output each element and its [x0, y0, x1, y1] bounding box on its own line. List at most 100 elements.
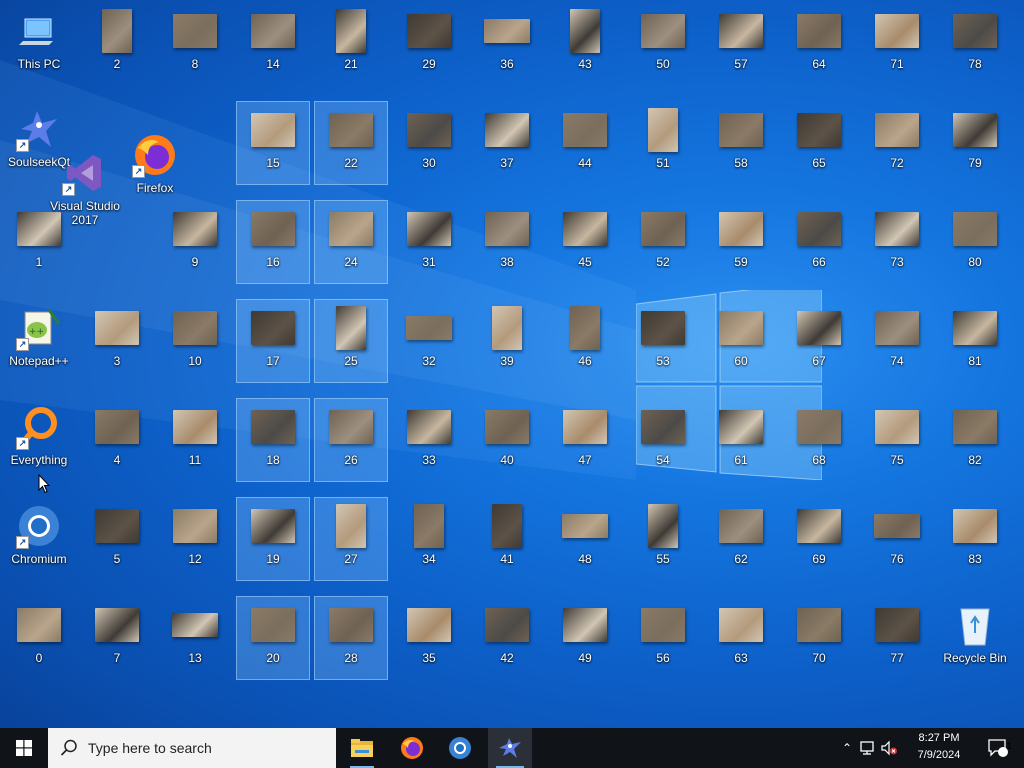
cat-photo-file[interactable]: 69 [782, 497, 856, 581]
cat-photo-file[interactable]: 68 [782, 398, 856, 482]
everything-shortcut[interactable]: ↗ Everything [2, 398, 76, 482]
cat-photo-file[interactable]: 43 [548, 2, 622, 86]
cat-photo-file[interactable]: 36 [470, 2, 544, 86]
cat-photo-file[interactable]: 39 [470, 299, 544, 383]
cat-photo-file[interactable]: 38 [470, 200, 544, 284]
cat-photo-file[interactable]: 11 [158, 398, 232, 482]
cat-photo-file[interactable]: 12 [158, 497, 232, 581]
cat-photo-file[interactable]: 50 [626, 2, 700, 86]
recycle-bin-shortcut[interactable]: Recycle Bin [938, 596, 1012, 680]
cat-photo-file[interactable]: 3 [80, 299, 154, 383]
cat-photo-file[interactable]: 53 [626, 299, 700, 383]
cat-photo-file[interactable]: 64 [782, 2, 856, 86]
cat-photo-file[interactable]: 58 [704, 101, 778, 185]
cat-photo-file[interactable]: 61 [704, 398, 778, 482]
cat-photo-file[interactable]: 44 [548, 101, 622, 185]
taskbar-clock[interactable]: 8:27 PM 7/9/2024 [902, 730, 976, 766]
cat-photo-file[interactable]: 75 [860, 398, 934, 482]
cat-photo-file[interactable]: 28 [314, 596, 388, 680]
cat-photo-file[interactable]: 62 [704, 497, 778, 581]
cat-photo-file[interactable]: 17 [236, 299, 310, 383]
cat-photo-file[interactable]: 81 [938, 299, 1012, 383]
cat-photo-file[interactable]: 24 [314, 200, 388, 284]
cat-photo-file[interactable]: 14 [236, 2, 310, 86]
cat-photo-file[interactable]: 7 [80, 596, 154, 680]
cat-photo-file[interactable]: 21 [314, 2, 388, 86]
firefox-shortcut[interactable]: ↗ Firefox [118, 126, 192, 210]
cat-photo-file[interactable]: 49 [548, 596, 622, 680]
cat-photo-file[interactable]: 71 [860, 2, 934, 86]
action-center-button[interactable]: 1 [978, 728, 1018, 768]
cat-photo-file[interactable]: 10 [158, 299, 232, 383]
cat-photo-file[interactable]: 4 [80, 398, 154, 482]
cat-photo-file[interactable]: 74 [860, 299, 934, 383]
cat-photo-file[interactable]: 31 [392, 200, 466, 284]
cat-photo-file[interactable]: 16 [236, 200, 310, 284]
volume-muted-icon[interactable] [880, 740, 898, 756]
taskbar-chromium[interactable] [440, 728, 480, 768]
cat-photo-file[interactable]: 35 [392, 596, 466, 680]
taskbar-soulseekqt[interactable] [488, 728, 532, 768]
cat-photo-file[interactable]: 60 [704, 299, 778, 383]
chromium-shortcut[interactable]: ↗ Chromium [2, 497, 76, 581]
cat-photo-file[interactable]: 0 [2, 596, 76, 680]
cat-photo-file[interactable]: 48 [548, 497, 622, 581]
cat-photo-file[interactable]: 70 [782, 596, 856, 680]
cat-photo-file[interactable]: 52 [626, 200, 700, 284]
cat-photo-file[interactable]: 15 [236, 101, 310, 185]
cat-photo-file[interactable]: 18 [236, 398, 310, 482]
cat-photo-file[interactable]: 78 [938, 2, 1012, 86]
cat-photo-file[interactable]: 20 [236, 596, 310, 680]
cat-photo-file[interactable]: 5 [80, 497, 154, 581]
cat-photo-file[interactable]: 72 [860, 101, 934, 185]
cat-photo-file[interactable]: 13 [158, 596, 232, 680]
cat-photo-file[interactable]: 65 [782, 101, 856, 185]
taskbar-search-box[interactable]: Type here to search [48, 728, 336, 768]
cat-photo-file[interactable]: 30 [392, 101, 466, 185]
cat-photo-file[interactable]: 67 [782, 299, 856, 383]
cat-photo-file[interactable]: 34 [392, 497, 466, 581]
cat-photo-file[interactable]: 77 [860, 596, 934, 680]
cat-photo-file[interactable]: 32 [392, 299, 466, 383]
cat-photo-file[interactable]: 63 [704, 596, 778, 680]
taskbar-firefox[interactable] [392, 728, 432, 768]
cat-photo-file[interactable]: 37 [470, 101, 544, 185]
cat-photo-file[interactable]: 40 [470, 398, 544, 482]
start-button[interactable] [0, 728, 48, 768]
cat-photo-file[interactable]: 22 [314, 101, 388, 185]
cat-photo-file[interactable]: 55 [626, 497, 700, 581]
cat-photo-file[interactable]: 56 [626, 596, 700, 680]
cat-photo-file[interactable]: 8 [158, 2, 232, 86]
cat-photo-file[interactable]: 46 [548, 299, 622, 383]
cat-photo-file[interactable]: 45 [548, 200, 622, 284]
this-pc-shortcut[interactable]: This PC [2, 2, 76, 86]
cat-photo-file[interactable]: 73 [860, 200, 934, 284]
cat-photo-file[interactable]: 41 [470, 497, 544, 581]
cat-photo-file[interactable]: 19 [236, 497, 310, 581]
cat-photo-file[interactable]: 33 [392, 398, 466, 482]
cat-photo-file[interactable]: 80 [938, 200, 1012, 284]
cat-photo-file[interactable]: 27 [314, 497, 388, 581]
taskbar-file-explorer[interactable] [342, 728, 382, 768]
cat-photo-file[interactable]: 59 [704, 200, 778, 284]
cat-photo-file[interactable]: 76 [860, 497, 934, 581]
cat-photo-file[interactable]: 42 [470, 596, 544, 680]
cat-photo-file[interactable]: 82 [938, 398, 1012, 482]
cat-photo-file[interactable]: 66 [782, 200, 856, 284]
cat-photo-file[interactable]: 29 [392, 2, 466, 86]
cat-photo-file[interactable]: 79 [938, 101, 1012, 185]
cat-photo-file[interactable]: 83 [938, 497, 1012, 581]
cat-photo-file[interactable]: 57 [704, 2, 778, 86]
desktop[interactable]: 0 1 2 3 4 5 7 8 9 10 11 12 13 14 15 16 17 18 19 20 21 22 24 25 2… [0, 0, 1024, 728]
network-icon[interactable] [858, 740, 876, 756]
cat-photo-file[interactable]: 2 [80, 2, 154, 86]
cat-photo-file[interactable]: 51 [626, 101, 700, 185]
notepad-plus-plus-shortcut[interactable]: ++ ↗ Notepad++ [2, 299, 76, 383]
cat-photo-file[interactable]: 47 [548, 398, 622, 482]
visual-studio-shortcut[interactable]: ↗ Visual Studio 2017 [48, 144, 122, 228]
cat-photo-file[interactable]: 54 [626, 398, 700, 482]
tray-chevron-up-icon[interactable]: ⌃ [838, 741, 856, 755]
cat-photo-file[interactable]: 25 [314, 299, 388, 383]
cat-photo-file[interactable]: 26 [314, 398, 388, 482]
cat-photo-file[interactable]: 9 [158, 200, 232, 284]
